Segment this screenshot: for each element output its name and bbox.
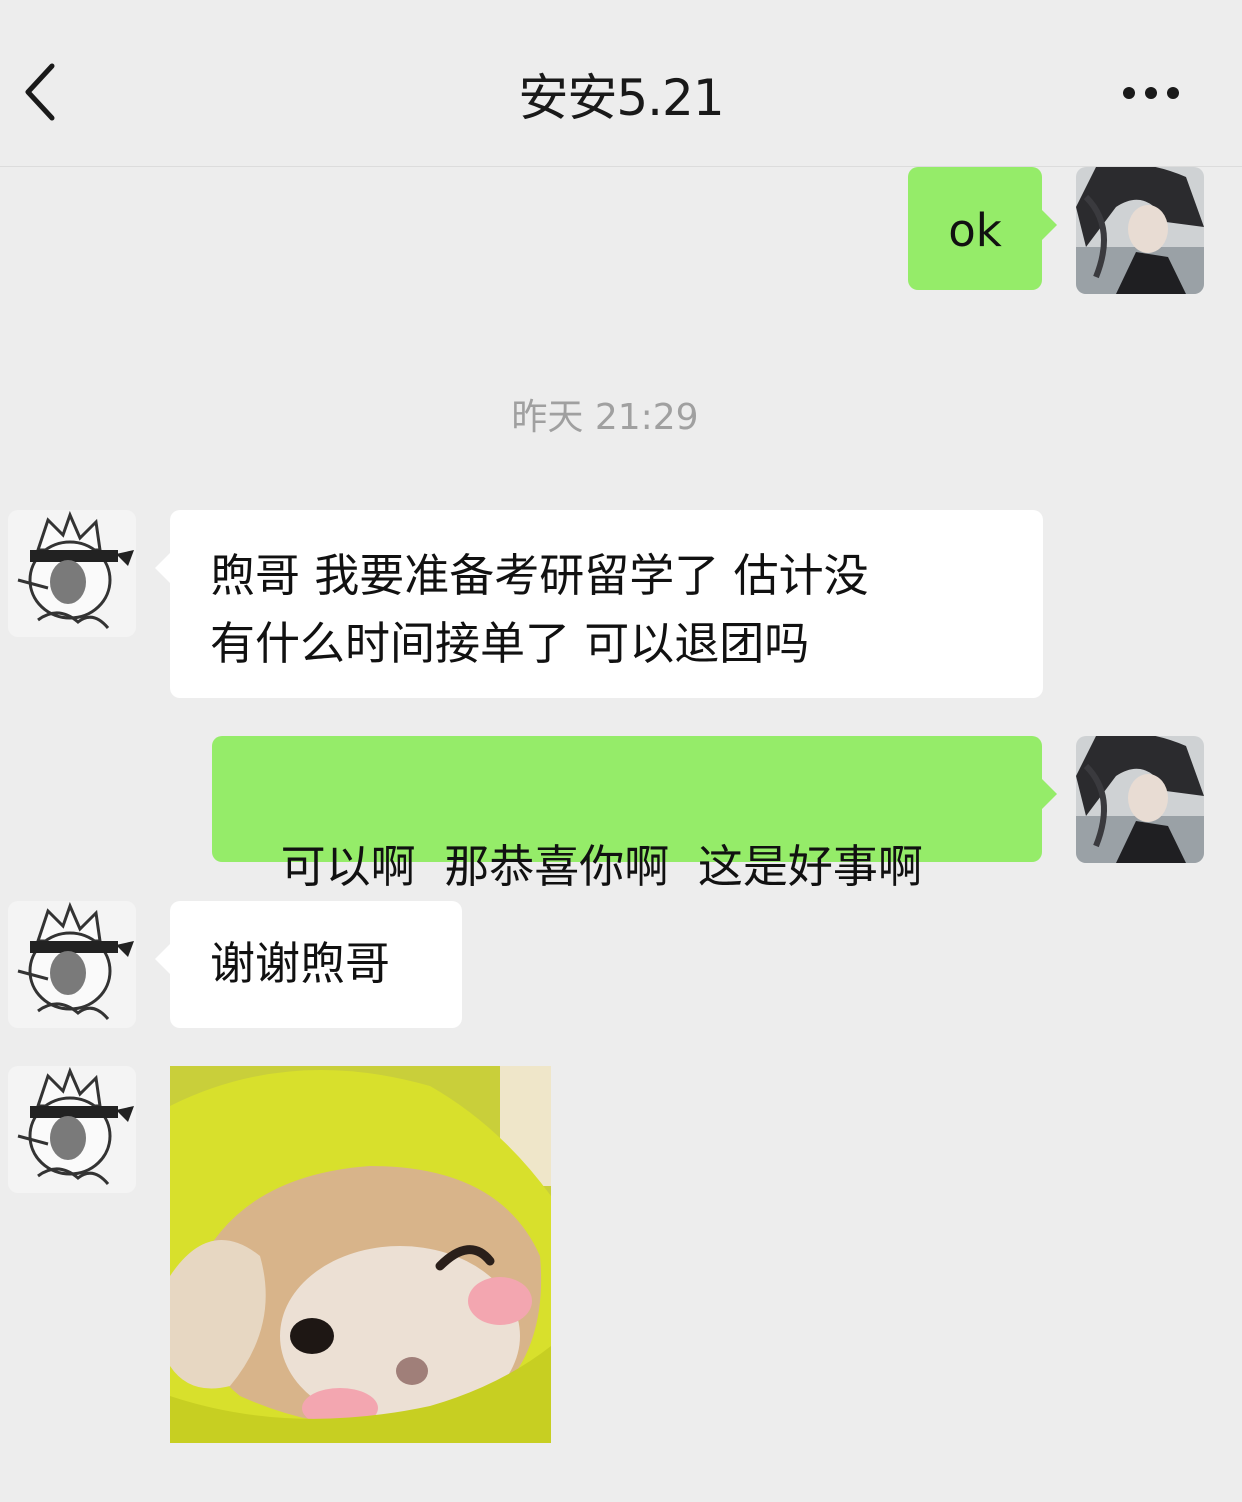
contact-avatar[interactable] [8,510,136,637]
sticker-image[interactable] [170,1066,551,1443]
sent-message-bubble[interactable]: 可以啊 那恭喜你啊 这是好事啊 [212,736,1057,893]
more-dots-icon[interactable] [1116,80,1186,106]
bubble-tail [1041,778,1057,810]
bubble-tail [1041,209,1057,241]
contact-avatar[interactable] [8,1066,136,1193]
received-message-bubble[interactable]: 谢谢煦哥 [155,901,462,1028]
message-text: 谢谢煦哥 [210,937,391,990]
message-timestamp: 昨天 21:29 [511,397,699,438]
message-text: 可以啊 那恭喜你啊 这是好事啊 [280,840,923,893]
nav-bar: 安安5.21 [0,0,1242,167]
my-avatar[interactable] [1076,736,1204,863]
message-text: ok [948,204,1002,257]
sent-message-bubble[interactable]: ok [908,167,1057,290]
bubble-tail [155,552,171,584]
bubble-tail [155,943,171,975]
contact-avatar[interactable] [8,901,136,1028]
my-avatar[interactable] [1076,167,1204,294]
chat-title: 安安5.21 [518,69,724,127]
received-message-bubble[interactable]: 煦哥 我要准备考研留学了 估计没 有什么时间接单了 可以退团吗 [155,510,1043,698]
message-text-line: 有什么时间接单了 可以退团吗 [210,617,810,670]
message-text-line: 煦哥 我要准备考研留学了 估计没 [210,549,869,602]
